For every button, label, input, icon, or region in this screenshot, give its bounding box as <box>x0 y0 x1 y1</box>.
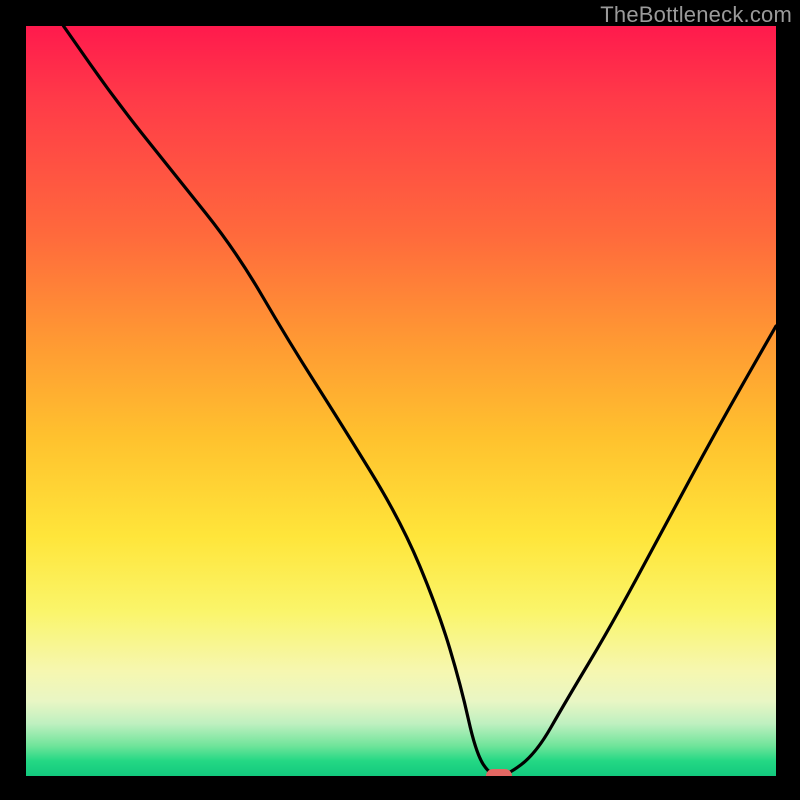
optimal-marker <box>486 769 512 776</box>
watermark-text: TheBottleneck.com <box>600 2 792 28</box>
chart-frame: TheBottleneck.com <box>0 0 800 800</box>
plot-area <box>26 26 776 776</box>
bottleneck-curve <box>26 26 776 776</box>
